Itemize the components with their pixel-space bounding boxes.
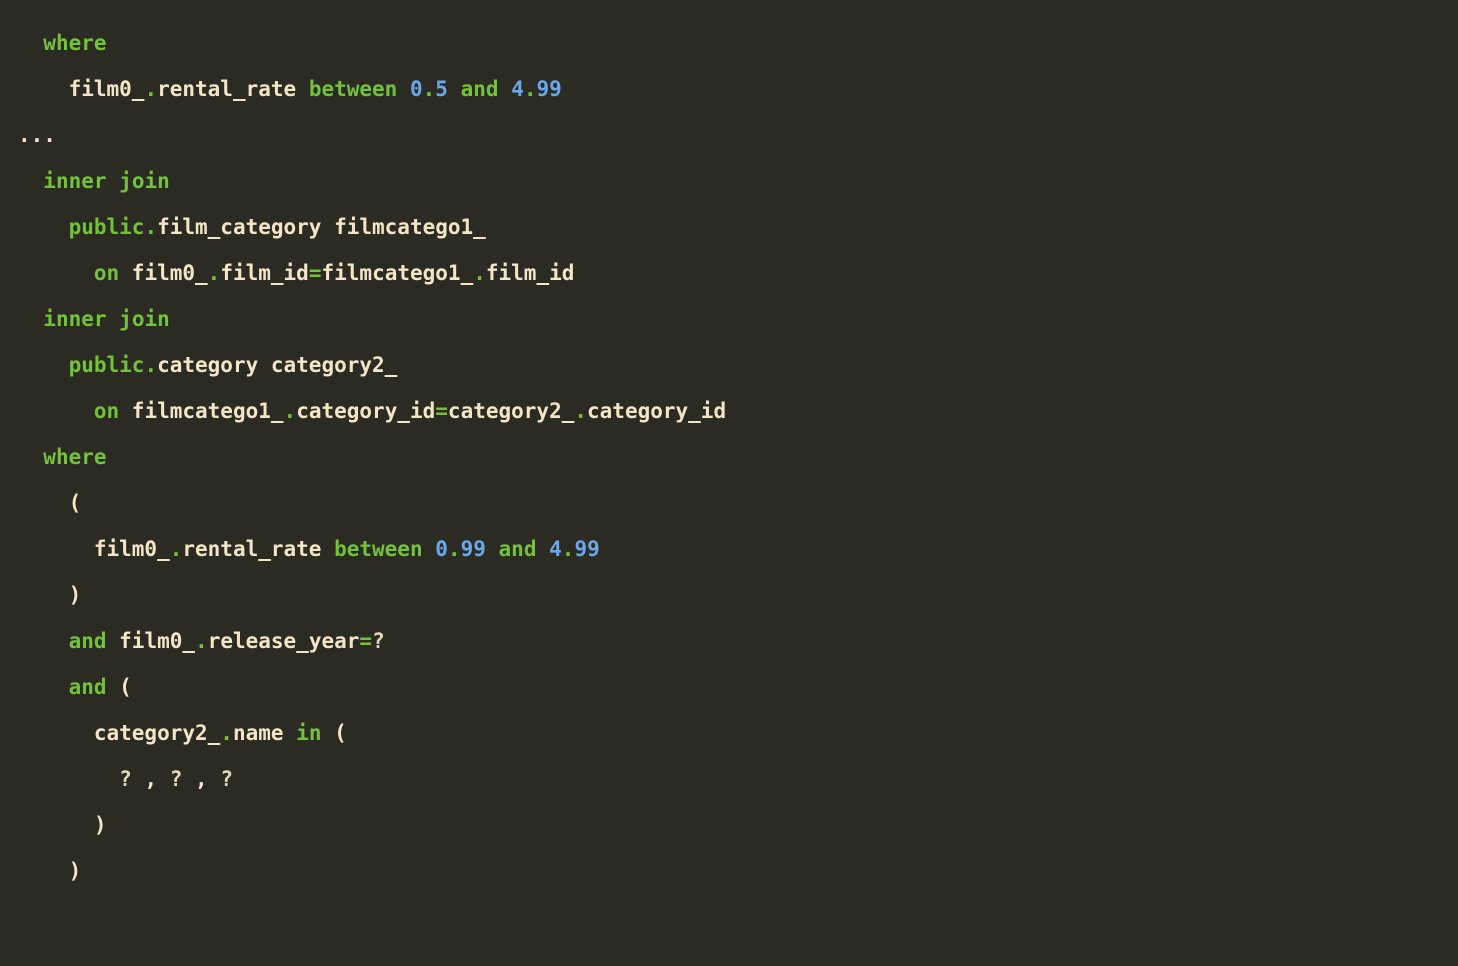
code-token: [18, 675, 69, 699]
code-token: ): [18, 583, 81, 607]
code-token: .: [170, 537, 183, 561]
code-token: =: [359, 629, 372, 653]
code-token: [397, 77, 410, 101]
code-token: film0_: [119, 261, 208, 285]
code-token: 99: [537, 77, 562, 101]
code-token: on: [94, 261, 119, 285]
code-token: [499, 77, 512, 101]
code-token: film0_: [18, 77, 144, 101]
code-token: between: [334, 537, 423, 561]
code-token: film_id: [486, 261, 575, 285]
code-token: .: [423, 77, 436, 101]
code-token: ?: [170, 767, 183, 791]
code-token: [448, 77, 461, 101]
code-token: .: [473, 261, 486, 285]
code-token: .: [220, 721, 233, 745]
code-token: public: [69, 353, 145, 377]
code-token: .: [208, 261, 221, 285]
code-token: .: [144, 215, 157, 239]
code-token: category_id: [296, 399, 435, 423]
code-token: category_id: [587, 399, 726, 423]
code-token: and: [69, 675, 107, 699]
code-token: film_category filmcatego1_: [157, 215, 486, 239]
code-token: filmcatego1_: [119, 399, 283, 423]
code-token: ,: [132, 767, 170, 791]
code-token: rental_rate: [157, 77, 309, 101]
code-token: category2_: [18, 721, 220, 745]
code-token: [18, 767, 119, 791]
code-token: [18, 445, 43, 469]
code-token: filmcatego1_: [322, 261, 474, 285]
code-token: ?: [220, 767, 233, 791]
code-token: [486, 537, 499, 561]
code-token: release_year: [208, 629, 360, 653]
code-token: [107, 307, 120, 331]
code-token: inner: [43, 307, 106, 331]
code-token: inner: [43, 169, 106, 193]
code-token: 0: [410, 77, 423, 101]
code-token: =: [309, 261, 322, 285]
code-token: =: [435, 399, 448, 423]
code-token: category2_: [448, 399, 574, 423]
code-token: ,: [182, 767, 220, 791]
code-token: (: [321, 721, 346, 745]
code-token: ): [18, 859, 81, 883]
code-token: ?: [119, 767, 132, 791]
code-token: (: [18, 491, 81, 515]
code-token: [18, 261, 94, 285]
code-token: .: [195, 629, 208, 653]
code-token: where: [43, 445, 106, 469]
code-token: name: [233, 721, 296, 745]
code-token: film_id: [220, 261, 309, 285]
code-token: .: [524, 77, 537, 101]
code-token: join: [119, 169, 170, 193]
code-token: film0_: [18, 537, 170, 561]
code-token: .: [448, 537, 461, 561]
code-token: [18, 215, 69, 239]
code-token: and: [69, 629, 107, 653]
code-token: [536, 537, 549, 561]
code-token: 5: [435, 77, 448, 101]
code-token: 4: [549, 537, 562, 561]
code-token: [107, 169, 120, 193]
code-token: 0: [435, 537, 448, 561]
code-token: [18, 169, 43, 193]
sql-code-block: where film0_.rental_rate between 0.5 and…: [18, 20, 1440, 894]
code-token: where: [43, 31, 106, 55]
code-token: .: [562, 537, 575, 561]
code-token: and: [461, 77, 499, 101]
code-token: 4: [511, 77, 524, 101]
code-token: 99: [574, 537, 599, 561]
code-token: [18, 353, 69, 377]
code-token: (: [107, 675, 132, 699]
code-token: and: [499, 537, 537, 561]
code-token: join: [119, 307, 170, 331]
code-token: .: [574, 399, 587, 423]
code-token: ): [18, 813, 107, 837]
code-token: [18, 399, 94, 423]
code-token: in: [296, 721, 321, 745]
code-token: [18, 31, 43, 55]
code-token: 99: [461, 537, 486, 561]
code-token: ...: [18, 123, 56, 147]
code-token: rental_rate: [182, 537, 334, 561]
code-token: between: [309, 77, 398, 101]
code-token: .: [144, 77, 157, 101]
code-token: [423, 537, 436, 561]
code-token: .: [284, 399, 297, 423]
code-token: [18, 629, 69, 653]
code-token: .: [144, 353, 157, 377]
code-token: [18, 307, 43, 331]
code-token: public: [69, 215, 145, 239]
code-token: category category2_: [157, 353, 397, 377]
code-token: film0_: [107, 629, 196, 653]
code-token: on: [94, 399, 119, 423]
code-token: ?: [372, 629, 385, 653]
